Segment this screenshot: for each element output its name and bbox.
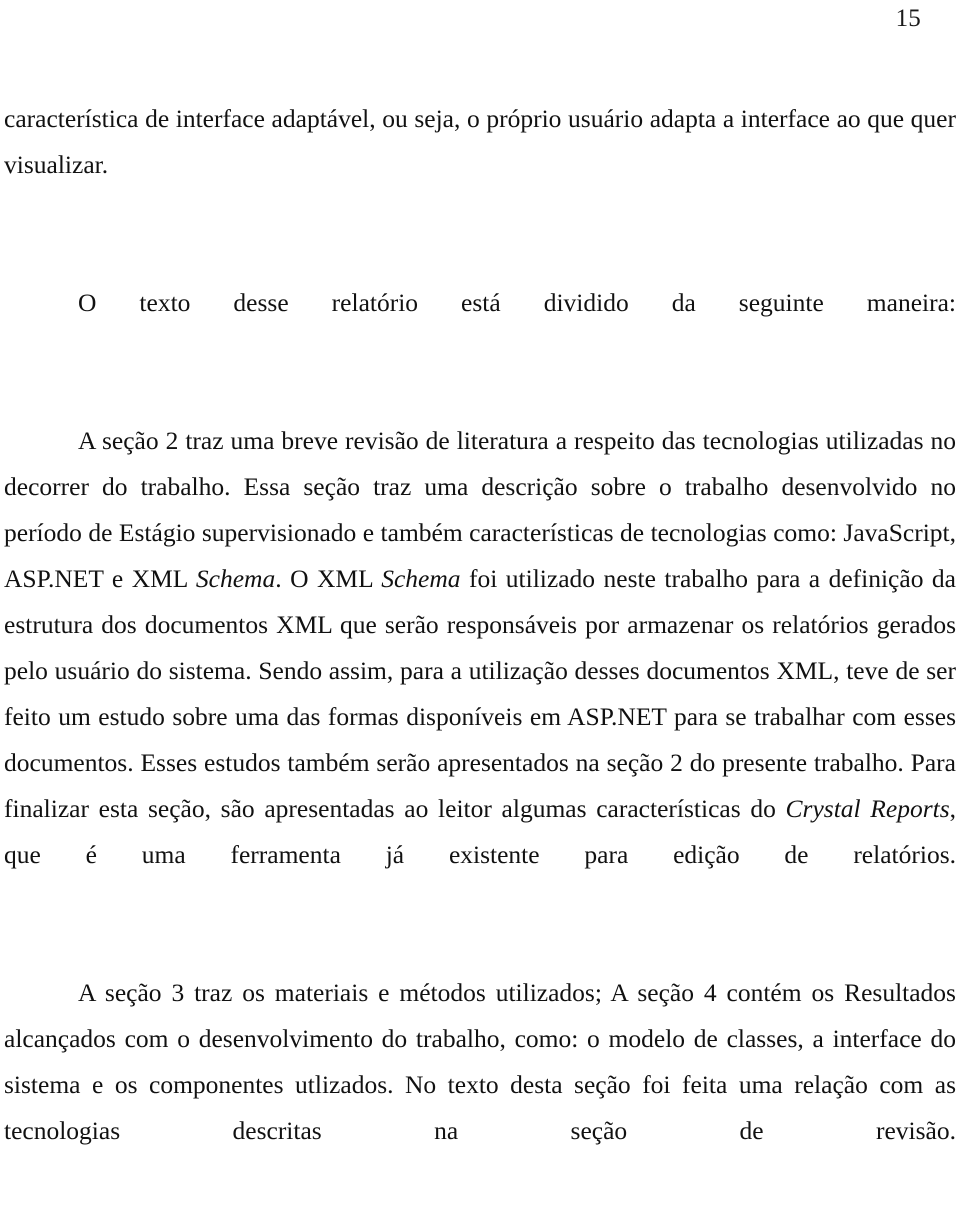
document-page: 15 característica de interface adaptável… xyxy=(0,0,960,1215)
italic-title-run: Schema xyxy=(381,564,461,593)
text-run: . O XML xyxy=(275,564,382,593)
text-run: característica de interface adaptável, o… xyxy=(4,104,956,179)
italic-title-run: Crystal Reports xyxy=(785,794,950,823)
text-run: A seção 3 traz os materiais e métodos ut… xyxy=(4,978,956,1145)
paragraph-p3: A seção 2 traz uma breve revisão de lite… xyxy=(4,418,956,924)
italic-title-run: Schema xyxy=(195,564,276,593)
text-run: O texto desse relatório está dividido da… xyxy=(78,288,956,317)
paragraph-p4: A seção 3 traz os materiais e métodos ut… xyxy=(4,970,956,1200)
paragraph-p1: característica de interface adaptável, o… xyxy=(4,96,956,234)
text-run: foi utilizado neste trabalho para a defi… xyxy=(4,564,956,823)
page-number: 15 xyxy=(895,5,921,32)
paragraph-p2: O texto desse relatório está dividido da… xyxy=(4,280,956,372)
body-text-column: característica de interface adaptável, o… xyxy=(4,96,956,1215)
